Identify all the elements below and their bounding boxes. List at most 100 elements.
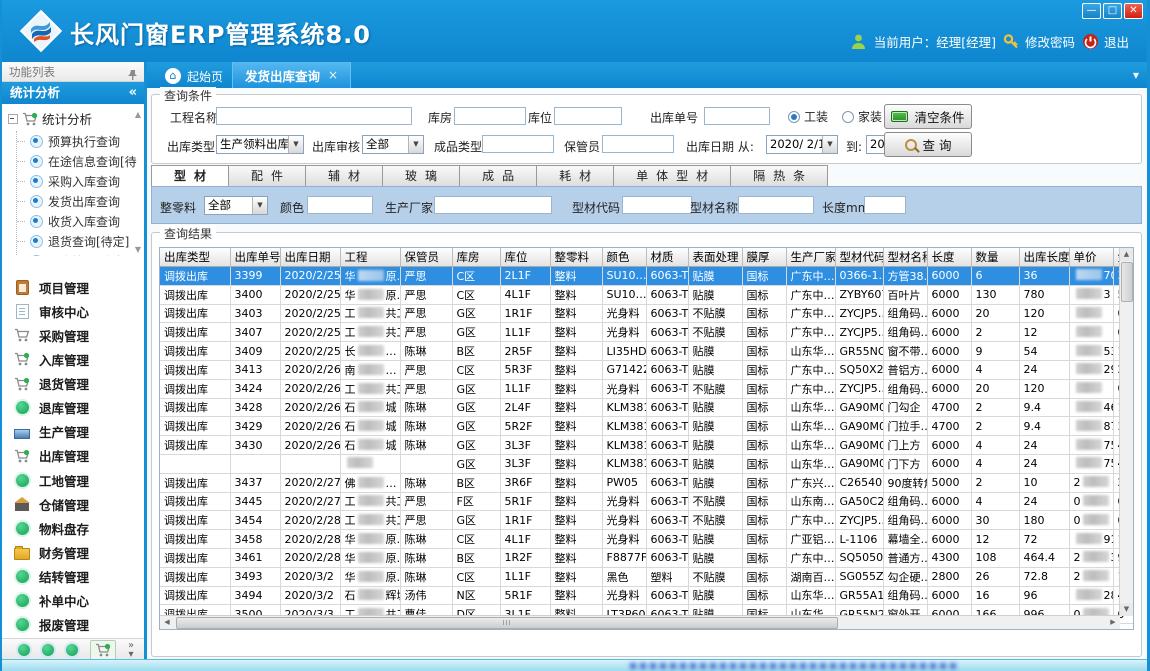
sidebar-module-cart-green[interactable]: 入库管理	[2, 350, 144, 368]
tree-item[interactable]: 采购入库查询	[17, 171, 144, 191]
profile-code-input[interactable]	[622, 196, 692, 214]
scroll-right-icon[interactable]: ▶	[1106, 616, 1120, 629]
order-no-input[interactable]	[704, 107, 770, 125]
material-tab[interactable]: 隔热条	[730, 165, 828, 187]
material-tab[interactable]: 配件	[228, 165, 305, 187]
material-tab[interactable]: 玻璃	[382, 165, 459, 187]
sidebar-module-cart-green[interactable]: 退货管理	[2, 375, 144, 393]
column-header[interactable]: 颜色	[602, 248, 646, 267]
table-row[interactable]: 调拨出库34932020/3/2华原…陈琳C区1L1F整料黑色塑料不贴膜国标湖南…	[160, 567, 1133, 586]
sidebar-module-circle[interactable]: 报废管理	[2, 616, 144, 634]
logout-button[interactable]: 退出	[1082, 32, 1129, 51]
column-header[interactable]: 表面处理	[688, 248, 742, 267]
column-header[interactable]: 型材名称	[883, 248, 927, 267]
material-tab[interactable]: 成品	[459, 165, 536, 187]
column-header[interactable]: 型材代码	[835, 248, 883, 267]
clear-conditions-button[interactable]: 清空条件	[884, 104, 972, 129]
sidebar-module-cart[interactable]: 采购管理	[2, 326, 144, 344]
sidebar-module-machine[interactable]: 生产管理	[2, 423, 144, 441]
close-button[interactable]: ✕	[1124, 3, 1143, 19]
column-header[interactable]: 长度	[927, 248, 971, 267]
material-tab[interactable]: 单体型材	[613, 165, 730, 187]
column-header[interactable]: 出库长度	[1019, 248, 1069, 267]
table-row[interactable]: 调拨出库34092020/2/25长…陈琳B区2R5F整料LI35HD6063-…	[160, 342, 1133, 361]
sidebar-module-circle[interactable]: 结转管理	[2, 568, 144, 586]
sidebar-module-folder[interactable]: 财务管理	[2, 544, 144, 562]
module-dot-button[interactable]	[18, 644, 30, 656]
sidebar-module-note[interactable]: 审核中心	[2, 302, 144, 320]
table-row[interactable]: 调拨出库34452020/2/27工共工程严思F区5R1F整料光身料6063-T…	[160, 492, 1133, 511]
scroll-left-icon[interactable]: ◀	[160, 616, 174, 629]
table-row[interactable]: 调拨出库34542020/2/28工共工程严思G区1R1F整料光身料6063-T…	[160, 511, 1133, 530]
scroll-down-icon[interactable]: ▼	[135, 245, 141, 254]
product-type-input[interactable]	[482, 135, 554, 153]
scrollbar-thumb[interactable]	[1121, 262, 1133, 302]
scrollbar-thumb[interactable]: III	[176, 617, 838, 629]
tree-root[interactable]: 统计分析	[2, 104, 144, 131]
more-modules-button[interactable]: »▾	[128, 641, 134, 659]
tab-shipping-outbound-query[interactable]: 发货出库查询 ×	[232, 62, 351, 88]
tree-expander-icon[interactable]	[8, 114, 18, 124]
keeper-input[interactable]	[602, 135, 674, 153]
tree-item[interactable]: 在途信息查询[待	[17, 151, 144, 171]
table-row[interactable]: 调拨出库34302020/2/26石城陈琳G区3L3F整料KLM38176063…	[160, 436, 1133, 455]
module-dot-button[interactable]	[42, 644, 54, 656]
radio-jiazhuang[interactable]: 家装	[842, 108, 882, 125]
sidebar-module-cart-green[interactable]: 出库管理	[2, 447, 144, 465]
table-row[interactable]: 调拨出库34032020/2/25工共工程严思G区1R1F整料光身料6063-T…	[160, 304, 1133, 323]
table-row[interactable]: 调拨出库34612020/2/28华原…陈琳B区1R2F整料F8877FT606…	[160, 548, 1133, 567]
table-row[interactable]: 调拨出库34242020/2/26工共工程严思G区1L1F整料光身料6063-T…	[160, 379, 1133, 398]
material-tab[interactable]: 辅材	[305, 165, 382, 187]
sidebar-module-warehouse[interactable]: 仓储管理	[2, 495, 144, 513]
minimize-button[interactable]: —	[1082, 3, 1101, 19]
cart-shortcut-button[interactable]	[90, 640, 116, 660]
search-button[interactable]: 查 询	[884, 132, 972, 157]
sidebar-module-circle[interactable]: 补单中心	[2, 592, 144, 610]
sidebar-module-clipboard[interactable]: 项目管理	[2, 278, 144, 296]
audit-select[interactable]: 全部▼	[362, 135, 424, 154]
table-row[interactable]: 调拨出库34582020/2/28华原…陈琳C区4L1F整料光身料6063-T5…	[160, 530, 1133, 549]
column-header[interactable]: 数量	[971, 248, 1019, 267]
table-row[interactable]: 调拨出库33992020/2/25华原…严思C区2L1F整料SU10…6063-…	[160, 267, 1133, 286]
radio-gongzhuang[interactable]: 工装	[788, 108, 828, 125]
whole-part-select[interactable]: 全部▼	[204, 196, 268, 215]
table-row[interactable]: 调拨出库34132020/2/26南…严思C区5R3F整料G714226063-…	[160, 360, 1133, 379]
column-header[interactable]: 保管员	[400, 248, 452, 267]
scroll-up-icon[interactable]: ▲	[1120, 248, 1133, 261]
tree-item[interactable]: 收货入库查询	[17, 211, 144, 231]
warehouse-input[interactable]	[454, 107, 526, 125]
scroll-down-icon[interactable]: ▼	[1120, 603, 1133, 616]
table-row[interactable]: 调拨出库34002020/2/25华原…严思C区4L1F整料SU10…6063-…	[160, 285, 1133, 304]
tree-item[interactable]: 退货查询[待定]	[17, 231, 144, 251]
out-type-select[interactable]: 生产领料出库▼	[216, 135, 304, 154]
table-row[interactable]: 调拨出库34372020/2/27佛…陈琳B区3R6F整料PW056063-T5…	[160, 473, 1133, 492]
table-row[interactable]: 调拨出库34942020/3/2石辉城汤伟N区5R1F整料光身料6063-T5贴…	[160, 586, 1133, 605]
close-tab-icon[interactable]: ×	[328, 68, 338, 82]
column-header[interactable]: 出库单号	[230, 248, 280, 267]
tree-item[interactable]: 退库管理[待定]	[17, 251, 144, 256]
tab-list-dropdown-icon[interactable]: ▼	[1133, 71, 1139, 80]
column-header[interactable]: 出库类型	[160, 248, 230, 267]
length-input[interactable]	[864, 196, 906, 214]
change-password-button[interactable]: 修改密码	[1003, 32, 1075, 51]
vertical-scrollbar[interactable]: ▲ ▼	[1119, 248, 1133, 616]
collapse-icon[interactable]: «	[129, 82, 137, 104]
manufacturer-input[interactable]	[434, 196, 552, 214]
table-row[interactable]: G区3L3F整料KLM38176063-T5贴膜国标山东华…GA90M09…门下…	[160, 454, 1133, 473]
sidebar-module-circle[interactable]: 工地管理	[2, 471, 144, 489]
column-header[interactable]: 膜厚	[742, 248, 786, 267]
pin-icon[interactable]	[127, 66, 138, 77]
module-dot-button[interactable]	[66, 644, 78, 656]
horizontal-scrollbar[interactable]: ◀ III ▶	[160, 615, 1120, 629]
table-row[interactable]: 调拨出库34282020/2/26石城陈琳G区2L4F整料KLM38176063…	[160, 398, 1133, 417]
tree-item[interactable]: 预算执行查询	[17, 131, 144, 151]
scroll-up-icon[interactable]: ▲	[135, 110, 141, 119]
column-header[interactable]: 库位	[500, 248, 550, 267]
column-header[interactable]: 工程	[340, 248, 400, 267]
column-header[interactable]: 生产厂家	[786, 248, 835, 267]
column-header[interactable]: 材质	[646, 248, 688, 267]
color-input[interactable]	[307, 196, 373, 214]
date-from-select[interactable]: 2020/ 2/16▼	[766, 135, 838, 154]
column-header[interactable]: 整零料	[550, 248, 602, 267]
column-header[interactable]: 单价	[1069, 248, 1113, 267]
